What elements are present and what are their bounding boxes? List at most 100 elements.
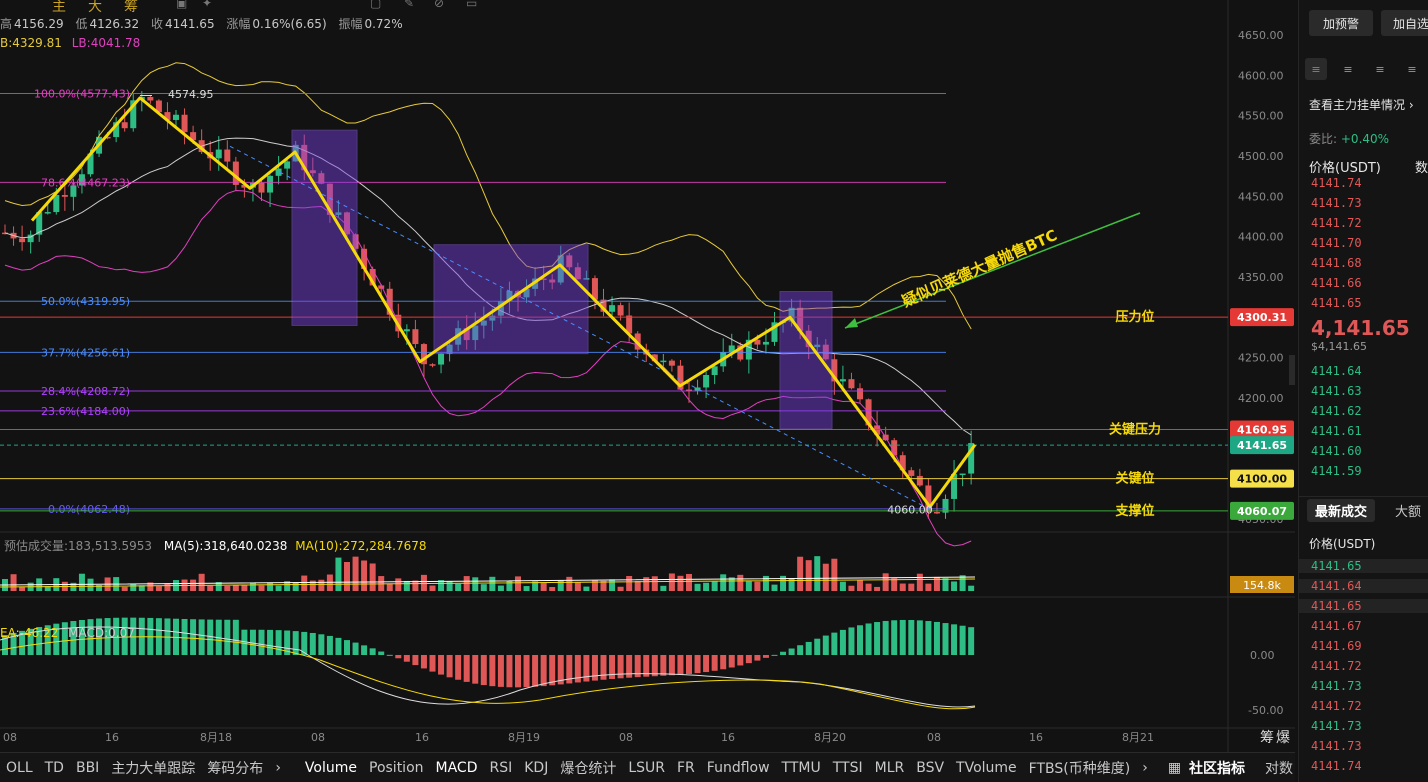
time-axis-label: 16 (1029, 731, 1043, 744)
tab-ttmu[interactable]: TTMU (776, 760, 827, 776)
tab-chip-dist[interactable]: 筹码分布 (201, 758, 269, 778)
tab-lsur[interactable]: LSUR (622, 760, 671, 776)
volume-bar (19, 586, 26, 591)
bid-price[interactable]: 4141.63 (1311, 384, 1362, 398)
candle-body (617, 305, 624, 316)
macd-histogram-bar (857, 625, 863, 655)
macd-histogram-bar (318, 634, 325, 655)
orderbook-bids-icon[interactable]: ≡ (1337, 58, 1359, 80)
macd-histogram-bar (344, 640, 350, 655)
macd-histogram-bar (754, 655, 761, 661)
orderbook-both-icon[interactable]: ≡ (1305, 58, 1327, 80)
tab-bsv[interactable]: BSV (910, 760, 950, 776)
bid-price[interactable]: 4141.62 (1311, 404, 1362, 418)
corner-label-chip: 筹 (1260, 729, 1274, 746)
price-tag-text: 4141.65 (1237, 439, 1287, 452)
orderbook-asks-icon[interactable]: ≡ (1369, 58, 1391, 80)
indicator-tabs: OLL TD BBI 主力大单跟踪 筹码分布 › Volume Position… (0, 752, 1295, 782)
macd-histogram-bar (472, 655, 479, 684)
toggle-log[interactable]: 对数 (1259, 758, 1295, 778)
consolidation-box[interactable] (779, 291, 833, 430)
candle-body (215, 149, 222, 159)
tabs-more-right[interactable]: › (1136, 760, 1154, 776)
volume-bar (121, 586, 128, 591)
add-watchlist-button[interactable]: 加自选 (1381, 10, 1428, 36)
tab-tvolume[interactable]: TVolume (950, 760, 1023, 776)
tab-bbi[interactable]: BBI (70, 760, 105, 776)
add-alert-button[interactable]: 加预警 (1309, 10, 1373, 36)
candle-body (857, 388, 863, 400)
fib-label: 50.0%(4319.95) (41, 295, 130, 308)
tab-latest-trades[interactable]: 最新成交 (1307, 499, 1376, 522)
ask-price[interactable]: 4141.70 (1311, 236, 1362, 250)
bid-price[interactable]: 4141.64 (1311, 364, 1362, 378)
consolidation-box[interactable] (291, 129, 358, 326)
time-axis-label: 16 (721, 731, 735, 744)
fib-label: 23.6%(4184.00) (41, 405, 130, 418)
tab-fr[interactable]: FR (671, 760, 701, 776)
tab-community[interactable]: 社区指标 (1183, 758, 1251, 778)
macd-histogram-bar (181, 618, 188, 655)
tab-kdj[interactable]: KDJ (518, 760, 554, 776)
tab-large-trades[interactable]: 大额 (1395, 501, 1421, 520)
tab-position[interactable]: Position (363, 760, 430, 776)
candle-body (224, 149, 231, 162)
panel-collapse-handle[interactable] (1289, 355, 1295, 385)
tab-rsi[interactable]: RSI (483, 760, 518, 776)
macd-histogram-bar (908, 620, 915, 655)
tab-ttsi[interactable]: TTSI (827, 760, 869, 776)
macd-histogram-bar (591, 655, 598, 681)
tab-volume[interactable]: Volume (299, 760, 363, 776)
tab-ftbs[interactable]: FTBS(币种维度) (1023, 758, 1137, 778)
tab-macd[interactable]: MACD (430, 760, 484, 776)
bid-price[interactable]: 4141.60 (1311, 444, 1362, 458)
ask-price[interactable]: 4141.68 (1311, 256, 1362, 270)
trade-row: 4141.72 (1311, 659, 1362, 673)
volume-bar (241, 584, 248, 591)
bid-price[interactable]: 4141.61 (1311, 424, 1362, 438)
macd-axis-label: 0.00 (1250, 649, 1275, 662)
ask-price[interactable]: 4141.65 (1311, 296, 1362, 310)
price-tag-text: 4100.00 (1237, 473, 1287, 486)
candle-body (703, 375, 710, 388)
ask-price[interactable]: 4141.73 (1311, 196, 1362, 210)
price-axis-label: 4200.00 (1238, 392, 1284, 405)
tab-liquidation[interactable]: 爆仓统计 (554, 758, 622, 778)
tab-main-order[interactable]: 主力大单跟踪 (105, 758, 201, 778)
bid-price[interactable]: 4141.59 (1311, 464, 1362, 478)
community-grid-icon[interactable]: ▦ (1166, 760, 1183, 776)
candle-body (173, 114, 179, 120)
candle-body (19, 238, 26, 243)
volume-bar (292, 582, 299, 591)
chart-area[interactable]: 主 大 筹 ▣ ✦ ▢ ✎ ⊘ ▭ 高 4156.29 低 4126.32 收 414… (0, 0, 1295, 752)
orderbook-depth-icon[interactable]: ≡ (1401, 58, 1423, 80)
time-axis-label: 8月19 (508, 731, 540, 744)
macd-histogram-bar (711, 655, 718, 671)
macd-histogram-bar (968, 627, 975, 655)
macd-histogram-bar (814, 638, 821, 655)
tab-td[interactable]: TD (39, 760, 70, 776)
price-chart-svg[interactable]: 4650.00 4600.00 4550.00 4500.00 4450.00 4400.… (0, 0, 1295, 752)
macd-histogram-bar (762, 655, 769, 658)
time-axis-label: 16 (105, 731, 119, 744)
volume-bar (361, 560, 368, 591)
tab-fundflow[interactable]: Fundflow (701, 760, 776, 776)
volume-bar (412, 580, 419, 591)
view-main-orders-link[interactable]: 查看主力挂单情况 › (1309, 96, 1414, 113)
tab-mlr[interactable]: MLR (869, 760, 911, 776)
candle-body (609, 305, 616, 312)
ask-price[interactable]: 4141.74 (1311, 176, 1362, 190)
price-axis-label: 4500.00 (1238, 150, 1284, 163)
tabs-more-left[interactable]: › (269, 760, 287, 776)
annotation-arrowhead (845, 318, 858, 328)
tab-boll[interactable]: OLL (0, 760, 39, 776)
ask-price[interactable]: 4141.72 (1311, 216, 1362, 230)
volume-bar (455, 583, 462, 591)
ask-price[interactable]: 4141.66 (1311, 276, 1362, 290)
volume-bar (446, 581, 453, 591)
volume-bar (805, 560, 812, 591)
macd-histogram-bar (771, 654, 778, 656)
candle-body (121, 122, 128, 129)
candle-body (181, 114, 188, 133)
macd-histogram-bar (361, 645, 368, 655)
